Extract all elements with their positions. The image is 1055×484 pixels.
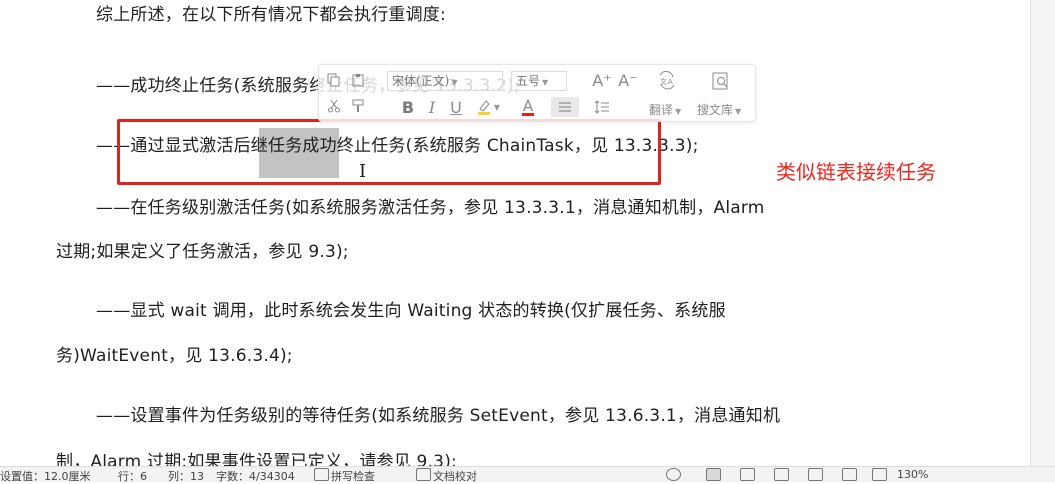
- status-bar: 设置值：12.0厘米 行：6 列：13 字数：4/34304 拼写检查 文档校对…: [0, 466, 1055, 484]
- paragraph-item-3: ——在任务级别激活任务(如系统服务激活任务，参见 13.3.3.1，消息通知机制…: [96, 198, 765, 218]
- paragraph-item-3-cont: 过期;如果定义了任务激活，参见 9.3);: [56, 242, 349, 262]
- paragraph-item-5: ——设置事件为任务级别的等待任务(如系统服务 SetEvent，参见 13.6.…: [96, 406, 781, 426]
- doc-check-button[interactable]: 文档校对: [433, 468, 477, 484]
- red-highlight-box: [117, 119, 661, 185]
- status-setting-value: 设置值：12.0厘米: [0, 470, 91, 483]
- font-name-select[interactable]: 宋体(正文) ▼: [387, 71, 503, 91]
- page-view-icon[interactable]: [706, 468, 721, 481]
- paragraph-item-4: ——显式 wait 调用，此时系统会发生向 Waiting 状态的转换(仅扩展任…: [96, 301, 726, 321]
- decrease-font-button[interactable]: A⁻: [617, 69, 639, 91]
- paste-icon[interactable]: [349, 71, 367, 89]
- document-page[interactable]: 综上所述，在以下所有情况下都会执行重调度: ——成功终止任务(系统服务终止任务，…: [0, 0, 1030, 466]
- paragraph-intro: 综上所述，在以下所有情况下都会执行重调度:: [96, 5, 446, 25]
- font-size-select[interactable]: 五号 ▼: [511, 71, 567, 91]
- spell-check-button[interactable]: 拼写检查: [331, 468, 375, 484]
- search-library-button[interactable]: 搜文库 ▼: [697, 101, 741, 118]
- bold-button[interactable]: B: [399, 97, 417, 117]
- status-column: 列：13: [168, 470, 204, 483]
- translate-button[interactable]: 翻译 ▼: [649, 101, 681, 118]
- paragraph-item-4-cont: 务)WaitEvent，见 13.6.3.4);: [56, 346, 293, 366]
- outline-view-icon[interactable]: [740, 468, 755, 481]
- highlight-color-icon[interactable]: ▼: [475, 97, 501, 117]
- doc-check-icon: [416, 468, 431, 481]
- paragraph-item-5-cont: 制，Alarm 过期;如果事件设置已定义，请参见 9.3);: [56, 452, 457, 466]
- paragraph-align-icon[interactable]: [551, 97, 579, 117]
- font-color-button[interactable]: A: [515, 97, 541, 117]
- zoom-level[interactable]: 130%: [897, 468, 928, 481]
- line-spacing-icon[interactable]: [587, 97, 617, 117]
- spell-check-icon: [314, 468, 329, 481]
- text-cursor-icon: I: [359, 161, 367, 182]
- eye-protection-icon[interactable]: [666, 468, 681, 481]
- fit-page-icon[interactable]: [872, 468, 887, 481]
- cut-icon[interactable]: [325, 97, 343, 115]
- format-painter-icon[interactable]: [349, 97, 367, 115]
- font-color-label: A: [522, 96, 534, 115]
- vertical-scrollbar[interactable]: [1030, 0, 1055, 466]
- svg-text:文: 文: [660, 77, 667, 86]
- increase-font-button[interactable]: A⁺: [591, 69, 613, 91]
- web-view-icon[interactable]: [774, 468, 789, 481]
- status-word-count[interactable]: 字数：4/34304: [216, 468, 295, 484]
- font-color-swatch: [522, 112, 534, 116]
- italic-button[interactable]: I: [423, 97, 441, 117]
- search-library-icon[interactable]: [707, 69, 735, 93]
- underline-button[interactable]: U: [447, 97, 465, 117]
- status-line: 行：6: [118, 470, 147, 483]
- translate-icon[interactable]: 文A: [653, 69, 681, 93]
- copy-icon[interactable]: [325, 71, 343, 89]
- floating-format-toolbar: 宋体(正文) ▼ 五号 ▼ A⁺ A⁻ B I U ▼ A 文A 翻译 ▼ 搜文…: [318, 64, 756, 122]
- svg-text:A: A: [668, 78, 673, 86]
- write-mode-icon[interactable]: [808, 468, 823, 481]
- read-mode-icon[interactable]: [842, 468, 857, 481]
- annotation-text: 类似链表接续任务: [776, 160, 936, 184]
